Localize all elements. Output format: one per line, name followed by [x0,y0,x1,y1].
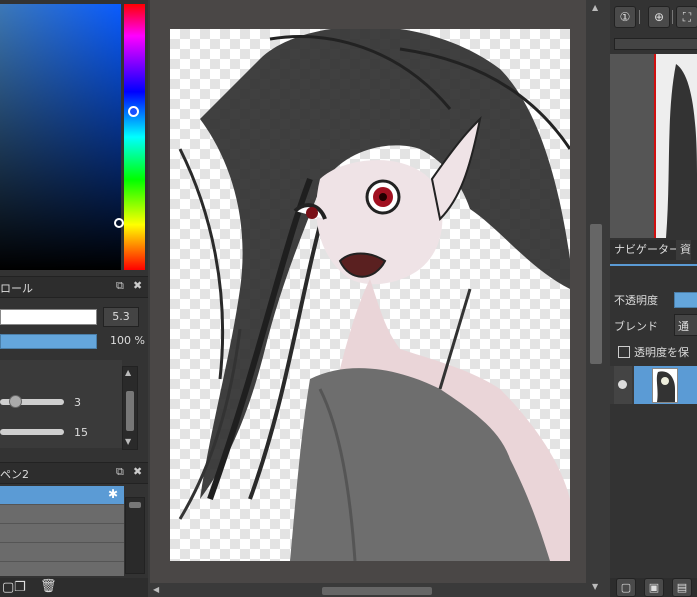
close-icon[interactable]: ✖ [133,279,142,292]
brush-list-item[interactable] [0,505,124,524]
tab-navigator[interactable]: ナビゲーター [610,240,680,260]
scroll-thumb[interactable] [322,587,432,595]
brush-settings-scrollbar[interactable]: ▲ ▼ [122,366,138,450]
brush-control-title: ロール [0,282,33,295]
hue-slider-handle[interactable] [128,106,139,117]
slider-1-value: 3 [74,396,81,409]
layer-list [610,366,697,404]
tab-bar: ナビゲーター 資 [610,240,697,260]
blend-mode-label: ブレンド [614,320,658,333]
popout-icon[interactable]: ⧉ [116,279,124,293]
new-item-icon[interactable]: ▢ [2,580,14,595]
left-bottom-toolbar: ▢ ❐ 🗑 [0,578,148,597]
preserve-opacity-label: 透明度を保 [634,346,689,359]
brush-control-header: ロール ⧉ ✖ [0,276,148,298]
hue-slider[interactable] [124,4,145,270]
gear-icon[interactable]: ✱ [108,487,118,501]
brush-list-item-selected[interactable]: ✱ [0,486,124,505]
brush-opacity-bar[interactable] [0,334,97,349]
layer-row-selected[interactable] [634,366,697,404]
scroll-up-icon[interactable]: ▲ [592,3,598,12]
brush-list-item[interactable] [0,543,124,562]
duplicate-icon[interactable]: ❐ [14,580,26,595]
preserve-opacity-checkbox[interactable] [618,346,630,358]
scroll-up-icon[interactable]: ▲ [125,368,131,377]
slider-2-track[interactable] [0,429,64,435]
right-bottom-toolbar: ▢ ▣ ▤ [610,578,697,597]
drawing-canvas[interactable] [170,29,570,561]
blend-mode-select[interactable]: 通 [674,314,697,336]
layer-panel-title: ペン2 [0,468,29,481]
canvas-horizontal-scrollbar[interactable]: ◀ [150,583,586,597]
layer-opacity-label: 不透明度 [614,294,658,307]
sv-picker-handle[interactable] [114,218,124,228]
scroll-thumb[interactable] [129,502,141,508]
brush-list: ✱ [0,486,124,576]
visibility-column [614,366,632,404]
new-layer-icon[interactable]: ▢ [616,578,636,597]
character-illustration [178,29,570,561]
new-8bit-layer-icon[interactable]: ▣ [644,578,664,597]
brush-settings-list: 3 15 [0,360,122,448]
navigator-thumbnail [656,54,697,238]
scroll-left-icon[interactable]: ◀ [153,585,159,594]
divider [639,10,640,24]
trash-icon[interactable]: 🗑 [40,579,57,594]
slider-1-handle[interactable] [9,395,22,408]
canvas-vertical-scrollbar[interactable]: ▲ ▼ [586,0,606,597]
fit-screen-icon[interactable]: ⛶ [676,6,697,28]
navigator-zoom-bar[interactable] [614,38,697,50]
layer-opacity-bar[interactable] [674,292,697,308]
eye-icon[interactable] [618,380,627,389]
brush-list-scrollbar[interactable] [125,497,145,574]
scroll-thumb[interactable] [590,224,602,364]
scroll-down-icon[interactable]: ▼ [125,437,131,446]
scroll-down-icon[interactable]: ▼ [592,582,598,591]
scroll-thumb[interactable] [126,391,134,431]
tab-material[interactable]: 資 [676,240,691,260]
brush-size-bar[interactable] [0,309,97,325]
blend-mode-value: 通 [678,320,689,333]
layer-thumbnail [652,368,678,403]
close-icon[interactable]: ✖ [133,465,142,478]
brush-size-value[interactable]: 5.3 [103,307,139,327]
left-panel: ロール ⧉ ✖ 5.3 100 % 3 15 ▲ ▼ ペン2 ⧉ ✖ ✱ ▢ ❐… [0,0,148,597]
popout-icon[interactable]: ⧉ [116,465,124,479]
layer-panel-header: ペン2 ⧉ ✖ [0,462,148,484]
brush-opacity-value: 100 % [110,334,145,347]
divider [672,10,673,24]
color-saturation-value-picker[interactable] [0,4,124,270]
slider-2-value: 15 [74,426,88,439]
brush-list-item[interactable] [0,524,124,543]
zoom-reset-icon[interactable]: ① [614,6,636,28]
right-panel: ① ⊕ ⛶ ナビゲーター 資 不透明度 ブレンド 通 透明度を保 ▢ ▣ ▤ [610,0,697,597]
zoom-in-icon[interactable]: ⊕ [648,6,670,28]
navigator-preview[interactable] [610,54,697,238]
tab-underline [610,264,697,266]
new-1bit-layer-icon[interactable]: ▤ [672,578,692,597]
